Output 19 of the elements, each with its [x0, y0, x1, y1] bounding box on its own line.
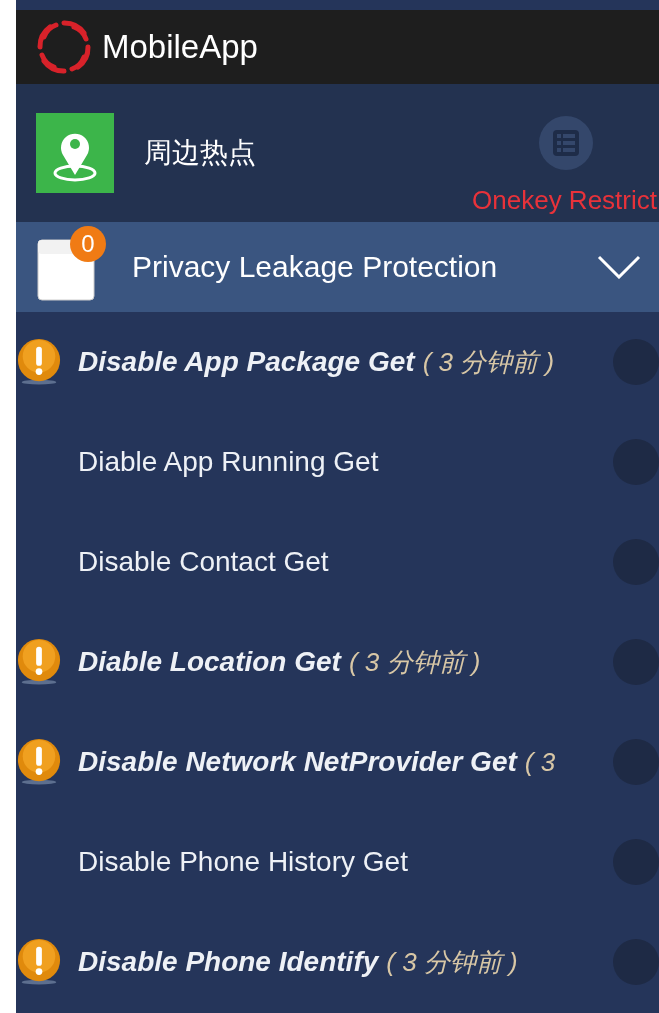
list-icon[interactable]	[537, 114, 594, 171]
hotspot-label[interactable]: 周边热点	[144, 134, 256, 172]
permission-name: Disable Network NetProvider Get	[78, 746, 517, 778]
time-label: ( 3 分钟前 )	[386, 945, 518, 979]
permission-name: Disable Phone History Get	[78, 846, 408, 878]
chevron-icon[interactable]	[597, 255, 641, 279]
count-badge: 0	[70, 226, 106, 262]
permission-name: Disable Phone Identify	[78, 946, 379, 978]
permission-name: Disable Contact Get	[78, 546, 329, 578]
section-title: Privacy Leakage Protection	[132, 250, 498, 284]
time-label: ( 3 分钟前 )	[348, 645, 481, 679]
permission-name: Diable App Running Get	[78, 446, 379, 478]
permission-name: Disable App Package Get	[78, 346, 415, 378]
time-label: ( 3 分钟前 )	[422, 345, 555, 379]
location-pin-icon[interactable]	[36, 113, 114, 193]
permission-name: Diable Location Get	[78, 646, 341, 678]
section-header[interactable]: 0 Privacy Leakage Protection	[16, 222, 659, 312]
time-label: ( 3	[524, 746, 556, 778]
app-title: MobileApp	[102, 28, 258, 66]
